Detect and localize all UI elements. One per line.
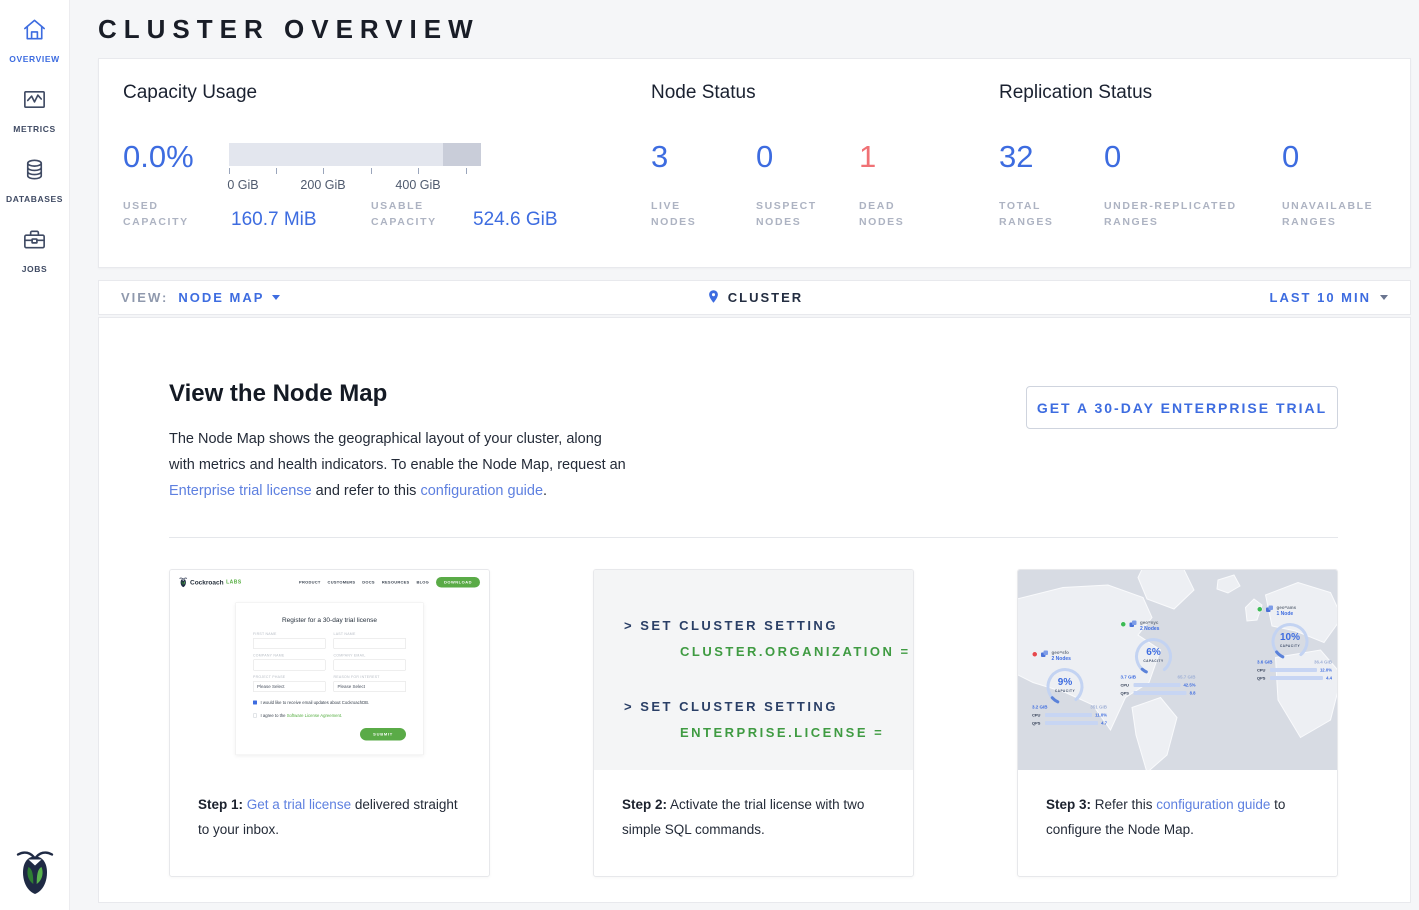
dead-nodes-value: 1 [859, 140, 876, 174]
sidebar: OVERVIEW METRICS DATABASES [0, 0, 70, 910]
usable-capacity-label: USABLECAPACITY [371, 198, 437, 230]
get-trial-license-link[interactable]: Get a trial license [247, 797, 351, 812]
used-capacity-label: USEDCAPACITY [123, 198, 189, 230]
node-status-title: Node Status [651, 82, 756, 104]
usable-capacity-value: 524.6 GiB [473, 209, 558, 231]
main-content: CLUSTER OVERVIEW Capacity Usage 0.0% 0 G… [70, 0, 1419, 910]
sql-setting: ENTERPRISE.LICENSE = [680, 725, 913, 740]
live-nodes-label: LIVENODES [651, 198, 696, 230]
locality-widget-ams: geo=ams 1 Node 10% [1257, 605, 1337, 681]
configuration-guide-link[interactable]: configuration guide [420, 483, 543, 499]
total-ranges-label: TOTALRANGES [999, 198, 1054, 230]
unavailable-ranges-value: 0 [1282, 140, 1299, 174]
cockroach-labs-logo: Cockroach LABS [179, 577, 242, 588]
step2-card: > SET CLUSTER SETTING CLUSTER.ORGANIZATI… [593, 569, 914, 877]
register-site-screenshot: Cockroach LABS PRODUCT CUSTOMERS DOCS RE… [170, 570, 489, 770]
step1-caption: Step 1: Get a trial license delivered st… [170, 770, 489, 842]
sidebar-item-label: METRICS [13, 124, 55, 134]
dead-nodes-label: DEADNODES [859, 198, 904, 230]
live-nodes-value: 3 [651, 140, 668, 174]
unavailable-ranges-label: UNAVAILABLERANGES [1282, 198, 1373, 230]
replication-status-title: Replication Status [999, 82, 1152, 104]
step1-card: Cockroach LABS PRODUCT CUSTOMERS DOCS RE… [169, 569, 490, 877]
under-replicated-ranges-value: 0 [1104, 140, 1121, 174]
node-map-preview-image: geo=sfo 2 Nodes 9% [1018, 570, 1337, 770]
sql-command: > SET CLUSTER SETTING [624, 618, 913, 633]
sidebar-item-label: OVERVIEW [9, 54, 59, 64]
location-pin-icon [706, 289, 721, 307]
step3-caption: Step 3: Refer this configuration guide t… [1018, 770, 1337, 842]
nodes-stack-icon [1041, 650, 1049, 661]
axis-label-0: 0 GiB [227, 178, 258, 192]
divider [169, 537, 1338, 538]
view-bar: VIEW: NODE MAP CLUSTER LAST 10 MIN [98, 280, 1411, 315]
mini-register-form: Register for a 30-day trial license FIRS… [236, 603, 424, 756]
sidebar-item-label: DATABASES [6, 194, 63, 204]
view-selector-dropdown[interactable]: NODE MAP [178, 290, 280, 305]
sidebar-item-label: JOBS [22, 264, 48, 274]
enterprise-trial-button[interactable]: GET A 30-DAY ENTERPRISE TRIAL [1026, 386, 1338, 429]
sidebar-item-metrics[interactable]: METRICS [0, 86, 70, 134]
cluster-summary-panel: Capacity Usage 0.0% 0 GiB 200 GiB 400 Gi… [98, 58, 1411, 268]
capacity-used-percent: 0.0% [123, 140, 194, 174]
capacity-usage-title: Capacity Usage [123, 82, 257, 104]
sql-command: > SET CLUSTER SETTING [624, 699, 913, 714]
sql-commands-graphic: > SET CLUSTER SETTING CLUSTER.ORGANIZATI… [594, 570, 913, 770]
sql-setting: CLUSTER.ORGANIZATION = [680, 644, 913, 659]
nodes-stack-icon [1266, 605, 1274, 616]
mini-submit-button: SUBMIT [360, 728, 406, 741]
step3-card: geo=sfo 2 Nodes 9% [1017, 569, 1338, 877]
capacity-bar-chart: 0 GiB 200 GiB 400 GiB [229, 143, 481, 192]
page-title: CLUSTER OVERVIEW [98, 14, 1411, 45]
view-label: VIEW: [121, 290, 168, 305]
nodes-stack-icon [1129, 620, 1137, 631]
mini-site-nav: PRODUCT CUSTOMERS DOCS RESOURCES BLOG DO… [299, 577, 480, 588]
sidebar-item-overview[interactable]: OVERVIEW [0, 16, 70, 64]
status-dot-red [1032, 652, 1038, 658]
capacity-gauge: 9% CAPACITY [1041, 663, 1089, 711]
status-dot-green [1121, 622, 1127, 628]
cockroachdb-logo [0, 848, 70, 896]
capacity-bar-reserved-segment [443, 143, 481, 166]
mini-site-header: Cockroach LABS PRODUCT CUSTOMERS DOCS RE… [170, 570, 489, 588]
capacity-gauge: 10% CAPACITY [1266, 618, 1314, 666]
sidebar-item-databases[interactable]: DATABASES [0, 156, 70, 204]
axis-label-400: 400 GiB [395, 178, 440, 192]
axis-label-200: 200 GiB [300, 178, 345, 192]
mini-download-button: DOWNLOAD [436, 577, 480, 588]
under-replicated-ranges-label: UNDER-REPLICATEDRANGES [1104, 198, 1237, 230]
used-capacity-value: 160.7 MiB [231, 209, 317, 231]
capacity-bar [229, 143, 481, 166]
total-ranges-value: 32 [999, 140, 1033, 174]
capacity-axis-labels: 0 GiB 200 GiB 400 GiB [229, 178, 481, 192]
locality-widget-sfo: geo=sfo 2 Nodes 9% [1032, 650, 1127, 726]
chevron-down-icon [1380, 295, 1388, 300]
configuration-guide-link[interactable]: configuration guide [1156, 797, 1270, 812]
locality-widget-nyc: geo=nyc 2 Nodes 6% [1121, 620, 1216, 696]
home-icon [21, 16, 48, 48]
status-dot-green [1257, 607, 1263, 613]
steps-cards: Cockroach LABS PRODUCT CUSTOMERS DOCS RE… [169, 569, 1338, 877]
app-window: OVERVIEW METRICS DATABASES [0, 0, 1419, 910]
metrics-icon [21, 86, 48, 118]
briefcase-icon [21, 226, 48, 258]
enterprise-trial-license-link[interactable]: Enterprise trial license [169, 483, 312, 499]
suspect-nodes-label: SUSPECTNODES [756, 198, 817, 230]
capacity-gauge: 6% CAPACITY [1130, 633, 1178, 681]
node-map-panel: View the Node Map The Node Map shows the… [98, 317, 1411, 903]
time-range-dropdown[interactable]: LAST 10 MIN [1270, 290, 1388, 305]
capacity-axis-ticks [229, 168, 481, 176]
sidebar-item-jobs[interactable]: JOBS [0, 226, 70, 274]
database-icon [21, 156, 48, 188]
step2-caption: Step 2: Activate the trial license with … [594, 770, 913, 842]
section-description: The Node Map shows the geographical layo… [169, 426, 627, 504]
suspect-nodes-value: 0 [756, 140, 773, 174]
scope-breadcrumb[interactable]: CLUSTER [728, 290, 803, 305]
chevron-down-icon [272, 295, 280, 300]
